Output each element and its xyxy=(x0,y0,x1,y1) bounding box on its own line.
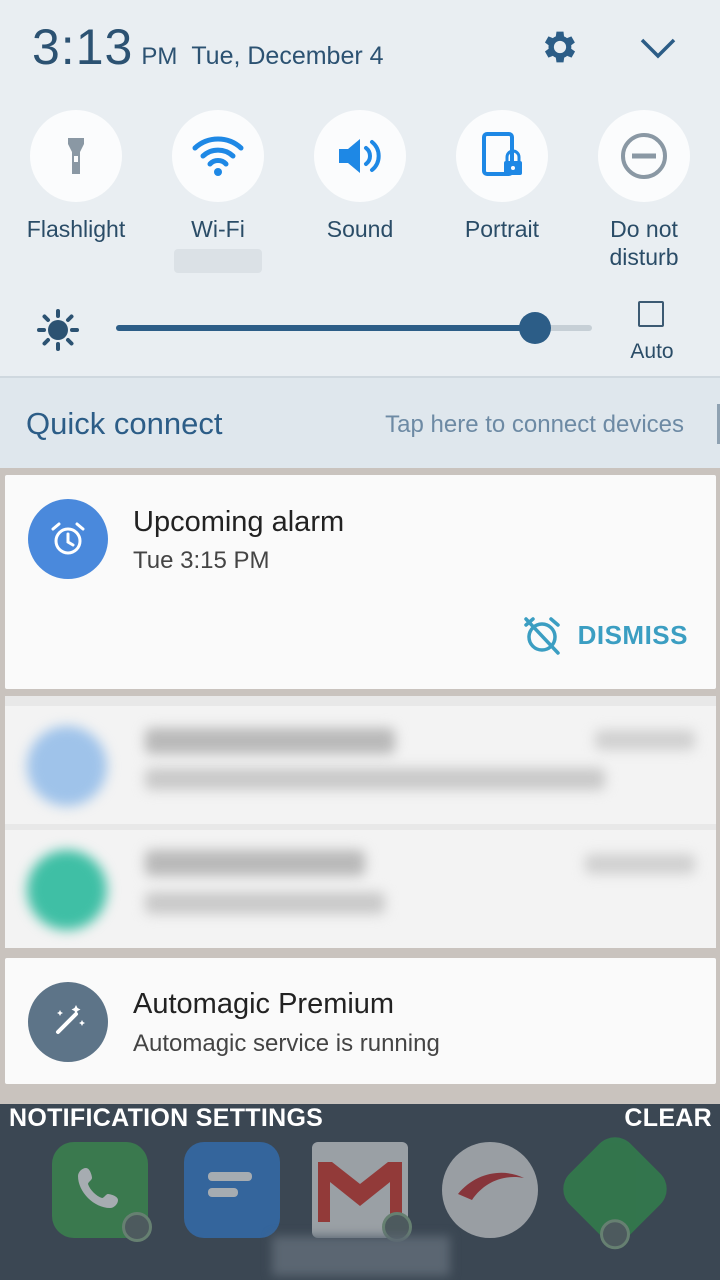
tile-sound-button[interactable] xyxy=(314,110,406,202)
wifi-icon xyxy=(192,136,244,176)
sound-icon xyxy=(339,139,381,173)
automagic-app-icon xyxy=(28,982,108,1062)
redacted-title xyxy=(145,728,395,754)
clear-all-button[interactable]: CLEAR xyxy=(624,1104,712,1133)
tile-portrait-button[interactable] xyxy=(456,110,548,202)
alarm-notification-title: Upcoming alarm xyxy=(133,506,345,538)
notification-upcoming-alarm[interactable]: Upcoming alarm Tue 3:15 PM DISMISS xyxy=(5,475,716,689)
brightness-slider[interactable] xyxy=(116,312,592,344)
clock-time: 3:13 xyxy=(32,19,134,75)
redacted-notification-1[interactable] xyxy=(5,706,716,824)
quick-connect-title: Quick connect xyxy=(26,406,223,441)
alarm-off-icon xyxy=(523,617,560,655)
magic-wand-icon xyxy=(56,1005,85,1034)
auto-brightness-checkbox[interactable] xyxy=(638,301,664,327)
tile-wifi-label: Wi-Fi xyxy=(191,216,245,242)
alarm-app-icon xyxy=(28,499,108,579)
alarm-notification-time: Tue 3:15 PM xyxy=(133,547,270,574)
portrait-lock-icon xyxy=(482,132,522,176)
brightness-icon xyxy=(37,309,79,351)
tile-flashlight-button[interactable] xyxy=(30,110,122,202)
tile-dnd-button[interactable] xyxy=(598,110,690,202)
dismiss-label: DISMISS xyxy=(577,619,688,650)
tile-wifi[interactable]: Wi-Fi xyxy=(147,110,289,273)
notification-settings-button[interactable]: NOTIFICATION SETTINGS xyxy=(9,1104,323,1133)
settings-gear-icon[interactable] xyxy=(539,26,581,68)
do-not-disturb-icon xyxy=(621,133,667,179)
chat-bubble-icon xyxy=(208,1172,252,1197)
brightness-slider-thumb[interactable] xyxy=(518,312,551,344)
messaging-app-icon xyxy=(184,1142,280,1238)
redacted-app-icon xyxy=(27,726,107,806)
tile-portrait[interactable]: Portrait xyxy=(431,110,573,243)
quick-connect-bar[interactable]: Quick connect Tap here to connect device… xyxy=(0,376,720,468)
wifi-network-name-redacted xyxy=(174,249,262,273)
tile-sound[interactable]: Sound xyxy=(289,110,431,243)
redacted-dock-label xyxy=(272,1236,450,1276)
gmail-app-icon xyxy=(312,1142,412,1242)
tile-flashlight-label: Flashlight xyxy=(26,216,126,242)
automagic-notification-title: Automagic Premium xyxy=(133,988,395,1020)
phone-app-icon xyxy=(52,1142,152,1242)
redacted-time xyxy=(585,854,695,874)
alarm-clock-icon xyxy=(51,522,85,555)
tile-dnd-label: Do not disturb xyxy=(609,216,679,270)
flashlight-icon xyxy=(68,138,84,174)
collapse-chevron-icon[interactable] xyxy=(636,30,680,68)
tile-portrait-label: Portrait xyxy=(464,216,540,242)
redacted-title xyxy=(145,850,365,876)
feedly-app-badge xyxy=(600,1219,630,1250)
clock-ampm: PM xyxy=(141,43,178,70)
phone-app-badge xyxy=(122,1212,152,1242)
tile-wifi-button[interactable] xyxy=(172,110,264,202)
notification-automagic[interactable]: Automagic Premium Automagic service is r… xyxy=(5,958,716,1084)
redacted-notification-2[interactable] xyxy=(5,830,716,948)
swoosh-icon xyxy=(458,1172,524,1200)
quick-panel: 3:13 PM Tue, December 4 Flashlight Wi-Fi xyxy=(0,0,720,376)
dismiss-alarm-button[interactable]: DISMISS xyxy=(520,613,688,657)
tile-sound-label: Sound xyxy=(326,216,394,242)
quick-connect-hint: Tap here to connect devices xyxy=(385,411,684,438)
redacted-time xyxy=(595,730,695,750)
auto-brightness-label: Auto xyxy=(630,340,674,363)
brightness-slider-fill xyxy=(116,325,535,331)
automagic-notification-text: Automagic service is running xyxy=(133,1030,440,1057)
clock-date: Tue, December 4 xyxy=(191,42,384,70)
redacted-text xyxy=(145,768,605,790)
redacted-notifications xyxy=(5,696,716,948)
redacted-text xyxy=(145,892,385,914)
clock: 3:13 PM Tue, December 4 xyxy=(32,18,384,76)
tile-dnd[interactable]: Do not disturb xyxy=(573,110,715,271)
redacted-app-icon xyxy=(27,850,107,930)
tile-flashlight[interactable]: Flashlight xyxy=(5,110,147,243)
browser-app-icon xyxy=(442,1142,538,1238)
